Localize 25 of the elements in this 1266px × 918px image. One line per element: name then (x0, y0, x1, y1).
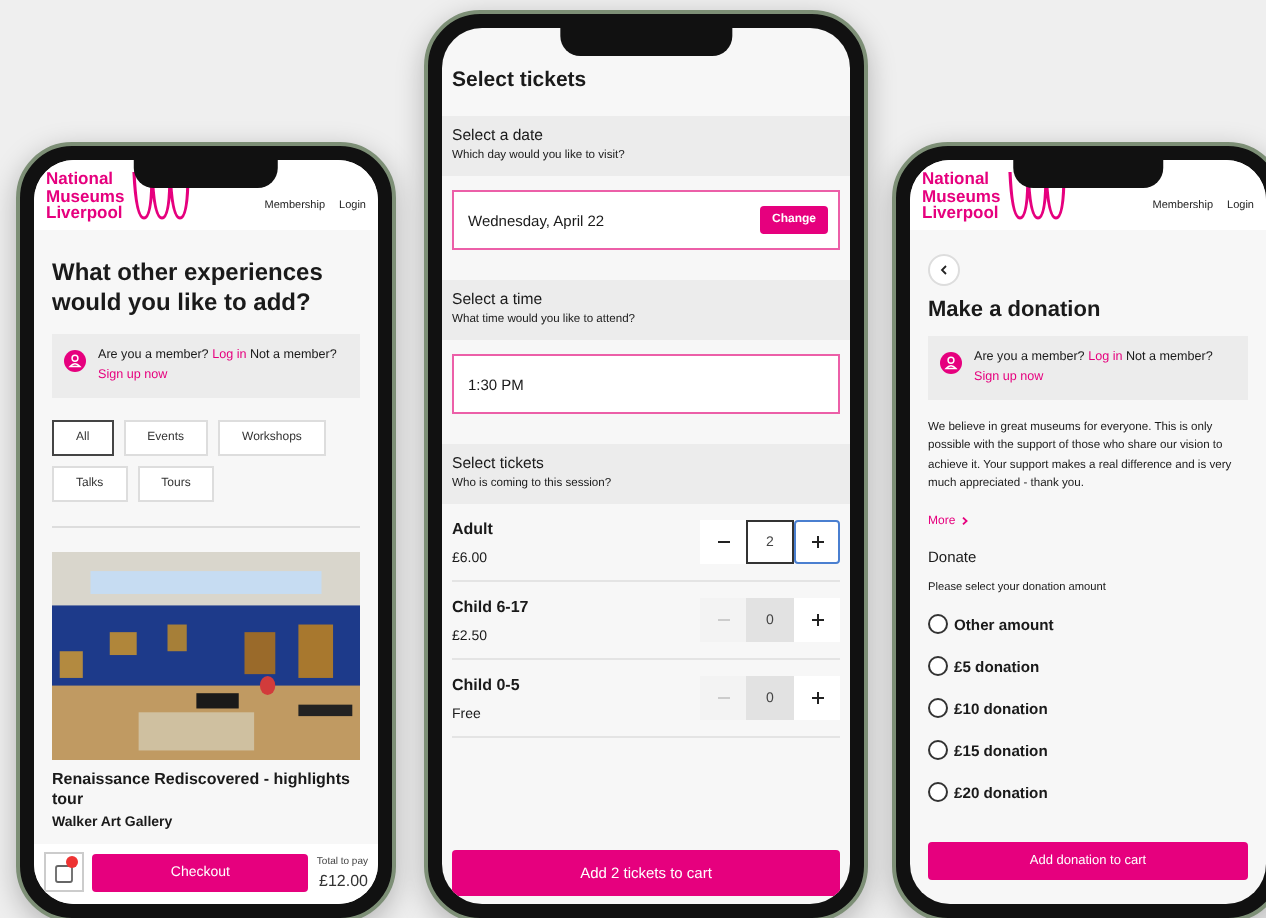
increase-button[interactable] (794, 520, 840, 564)
person-icon (64, 349, 86, 371)
radio-button[interactable] (928, 614, 948, 634)
event-title[interactable]: Renaissance Rediscovered - highlights tour (52, 769, 360, 809)
ticket-type: Adult (452, 519, 493, 537)
back-button[interactable] (928, 253, 960, 285)
chevron-left-icon (938, 263, 950, 275)
radio-button[interactable] (928, 698, 948, 718)
chevron-right-icon (959, 516, 970, 526)
page-title: Make a donation (928, 297, 1103, 321)
ticket-type: Child 0-5 (452, 675, 520, 693)
person-icon (940, 351, 962, 373)
page-title: What other experiences would you like to add? (52, 257, 325, 317)
radio-button[interactable] (928, 656, 948, 676)
plus-icon (809, 534, 825, 550)
plus-icon (809, 690, 825, 706)
total-amount: £12.00 (319, 871, 368, 889)
radio-button[interactable] (928, 740, 948, 760)
ticket-type: Child 6-17 (452, 597, 529, 615)
basket-icon[interactable] (44, 852, 84, 892)
plus-icon (809, 612, 825, 628)
logo-text[interactable]: National Museums Liverpool (46, 170, 125, 221)
logo-text[interactable]: National Museums Liverpool (922, 170, 1001, 221)
radio-button[interactable] (928, 782, 948, 802)
page-title: Select tickets (452, 68, 589, 92)
